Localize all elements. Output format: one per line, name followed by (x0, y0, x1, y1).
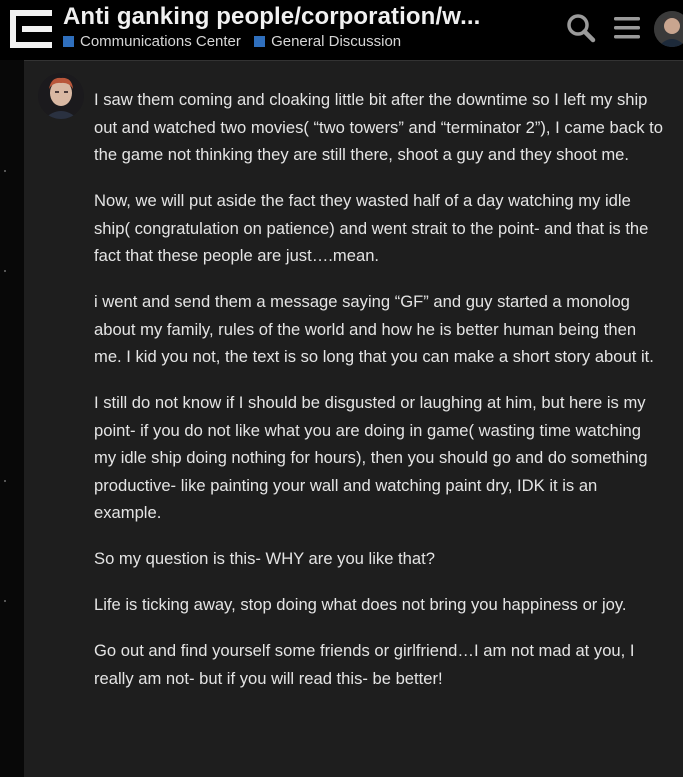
search-icon[interactable] (565, 12, 597, 44)
post-paragraph: Go out and find yourself some friends or… (94, 641, 635, 688)
category-color-swatch (63, 36, 74, 47)
post-paragraph: I still do not know if I should be disgu… (94, 393, 648, 522)
post-body: I saw them coming and cloaking little bi… (94, 86, 664, 711)
category-color-swatch (254, 36, 266, 47)
left-rail (0, 60, 24, 777)
category-general-discussion[interactable]: General Discussion (254, 33, 401, 50)
post-paragraph: I saw them coming and cloaking little bi… (94, 90, 664, 164)
hamburger-menu-icon[interactable] (613, 14, 641, 42)
rail-dot (4, 600, 6, 602)
category-breadcrumb: Communications Center General Discussion (63, 33, 410, 51)
avatar-image-icon (654, 11, 683, 47)
site-logo-icon[interactable] (10, 10, 52, 48)
site-header: Anti ganking people/corporation/w... Com… (0, 0, 683, 60)
post-paragraph: i went and send them a message saying “G… (94, 292, 654, 366)
post-paragraph: So my question is this- WHY are you like… (94, 549, 435, 568)
category-label: General Discussion (271, 33, 402, 50)
post-paragraph: Life is ticking away, stop doing what do… (94, 595, 627, 614)
post-paragraph: Now, we will put aside the fact they was… (94, 191, 649, 265)
category-communications-center[interactable]: Communications Center (63, 33, 241, 50)
post-author-avatar[interactable] (38, 73, 84, 119)
rail-dot (4, 480, 6, 482)
rail-dot (4, 170, 6, 172)
current-user-avatar[interactable] (654, 11, 683, 47)
author-portrait-icon (38, 73, 84, 119)
post-divider (24, 60, 683, 61)
category-label: Communications Center (80, 33, 241, 50)
topic-title[interactable]: Anti ganking people/corporation/w... (63, 3, 533, 31)
rail-dot (4, 270, 6, 272)
